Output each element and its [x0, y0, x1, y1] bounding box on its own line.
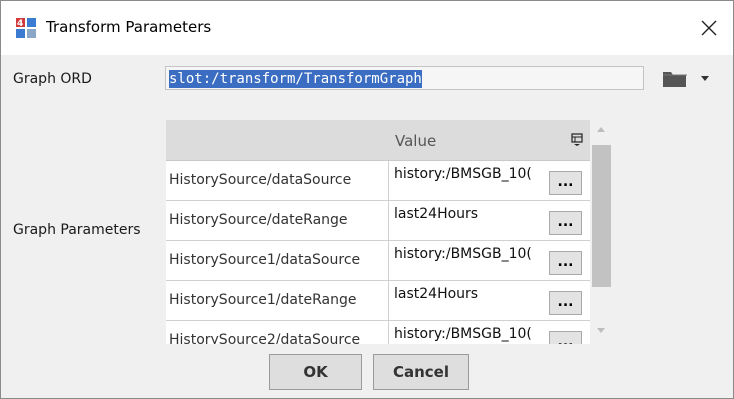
scroll-down-icon[interactable]: [596, 327, 606, 335]
table-row: HistorySource/dataSource history:/BMSGB_…: [166, 161, 590, 201]
browse-button[interactable]: ...: [549, 291, 582, 315]
vertical-scrollbar[interactable]: [590, 120, 612, 344]
chevron-down-icon[interactable]: [698, 71, 712, 85]
graph-ord-label: Graph ORD: [13, 71, 92, 87]
browse-button[interactable]: ...: [549, 331, 582, 344]
value-column-header[interactable]: Value: [395, 132, 436, 150]
graph-parameters-label: Graph Parameters: [13, 222, 141, 238]
transform-parameters-dialog: 4 Transform Parameters Graph ORD slot:/t…: [0, 0, 734, 399]
graph-ord-input[interactable]: slot:/transform/TransformGraph: [165, 66, 644, 90]
scroll-up-icon[interactable]: [596, 125, 606, 133]
graph-ord-value: slot:/transform/TransformGraph: [169, 70, 422, 88]
table-row: HistorySource1/dateRange last24Hours ...: [166, 281, 590, 321]
parameter-name: HistorySource1/dataSource: [166, 241, 389, 280]
column-chooser-button[interactable]: [564, 120, 590, 160]
parameter-value[interactable]: history:/BMSGB_10(: [394, 166, 542, 188]
parameter-name: HistorySource2/dataSource: [166, 321, 389, 344]
table-row: HistorySource2/dataSource history:/BMSGB…: [166, 321, 590, 344]
table-row: HistorySource1/dataSource history:/BMSGB…: [166, 241, 590, 281]
parameter-name: HistorySource/dateRange: [166, 201, 389, 240]
ok-button[interactable]: OK: [269, 354, 362, 390]
table-row: HistorySource/dateRange last24Hours ...: [166, 201, 590, 241]
folder-icon[interactable]: [661, 67, 689, 89]
svg-text:4: 4: [17, 19, 23, 29]
browse-button[interactable]: ...: [549, 211, 582, 235]
parameter-name: HistorySource1/dateRange: [166, 281, 389, 320]
parameter-value[interactable]: last24Hours: [394, 286, 542, 308]
scroll-thumb[interactable]: [592, 145, 611, 287]
parameter-value[interactable]: last24Hours: [394, 206, 542, 228]
browse-button[interactable]: ...: [549, 171, 582, 195]
app-icon: 4: [15, 17, 37, 39]
column-chooser-icon: [571, 133, 583, 146]
dialog-title: Transform Parameters: [46, 18, 212, 36]
parameter-value[interactable]: history:/BMSGB_10(: [394, 326, 542, 344]
parameters-table: Value HistorySource/dataSource history:/…: [166, 120, 590, 344]
close-button[interactable]: [685, 1, 733, 55]
parameter-name: HistorySource/dataSource: [166, 161, 389, 200]
close-icon: [701, 20, 717, 36]
table-header: Value: [166, 120, 590, 161]
parameter-value[interactable]: history:/BMSGB_10(: [394, 246, 542, 268]
title-bar[interactable]: 4 Transform Parameters: [1, 1, 733, 55]
cancel-button[interactable]: Cancel: [373, 354, 469, 390]
browse-button[interactable]: ...: [549, 251, 582, 275]
